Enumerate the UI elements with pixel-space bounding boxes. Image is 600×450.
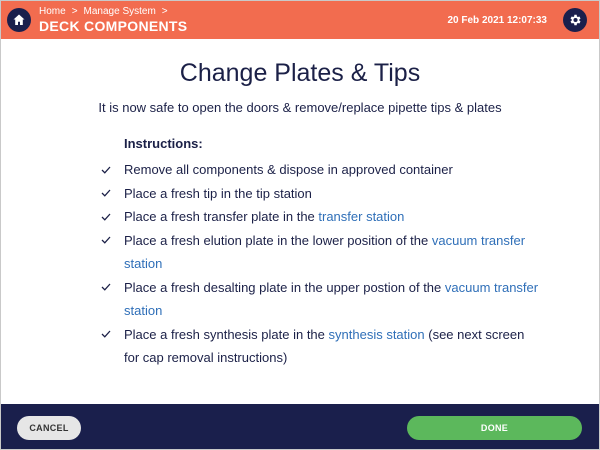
item-text: Place a fresh desalting plate in the upp… xyxy=(124,279,445,295)
app-window: Home > Manage System > DECK COMPONENTS 20 F… xyxy=(0,0,600,450)
check-icon xyxy=(101,205,115,229)
list-item: Place a fresh elution plate in the lower… xyxy=(101,229,541,276)
list-item: Place a fresh desalting plate in the upp… xyxy=(101,276,541,323)
list-item: Place a fresh transfer plate in the tran… xyxy=(101,205,541,229)
footer-bar: CANCEL DONE xyxy=(1,404,599,449)
breadcrumb: Home > Manage System > xyxy=(39,6,174,17)
check-icon xyxy=(101,158,115,182)
check-icon xyxy=(101,182,115,206)
home-icon xyxy=(13,14,25,25)
list-item: Place a fresh tip in the tip station xyxy=(101,182,541,206)
synthesis-station-link[interactable]: synthesis station xyxy=(329,327,425,342)
cancel-button[interactable]: CANCEL xyxy=(17,416,81,440)
instructions-heading: Instructions: xyxy=(124,136,203,151)
datetime-display: 20 Feb 2021 12:07:33 xyxy=(447,15,547,26)
item-text: Place a fresh transfer plate in the xyxy=(124,209,319,224)
item-text: Place a fresh tip in the tip station xyxy=(124,185,312,201)
home-button[interactable] xyxy=(7,8,31,32)
main-title: Change Plates & Tips xyxy=(179,59,421,87)
done-button[interactable]: DONE xyxy=(407,416,582,440)
breadcrumb-separator: > xyxy=(71,6,78,17)
breadcrumb-home[interactable]: Home xyxy=(39,6,66,17)
subtitle: It is now safe to open the doors & remov… xyxy=(98,100,502,115)
item-text: Place a fresh elution plate in the lower… xyxy=(124,232,432,248)
check-icon xyxy=(101,323,115,347)
page-title: DECK COMPONENTS xyxy=(39,18,188,34)
list-item: Place a fresh synthesis plate in the syn… xyxy=(101,323,541,370)
item-text: Remove all components & dispose in appro… xyxy=(124,162,453,177)
instructions-list: Remove all components & dispose in appro… xyxy=(101,158,541,370)
list-item: Remove all components & dispose in appro… xyxy=(101,158,541,182)
header-bar: Home > Manage System > DECK COMPONENTS 20 F… xyxy=(1,1,599,39)
breadcrumb-separator: > xyxy=(161,6,168,17)
settings-button[interactable] xyxy=(563,8,587,32)
item-text: Place a fresh synthesis plate in the xyxy=(124,326,329,342)
check-icon xyxy=(101,229,115,253)
gear-icon xyxy=(570,14,581,26)
transfer-station-link[interactable]: transfer station xyxy=(318,209,404,224)
breadcrumb-manage-system[interactable]: Manage System xyxy=(84,6,156,17)
check-icon xyxy=(101,276,115,300)
